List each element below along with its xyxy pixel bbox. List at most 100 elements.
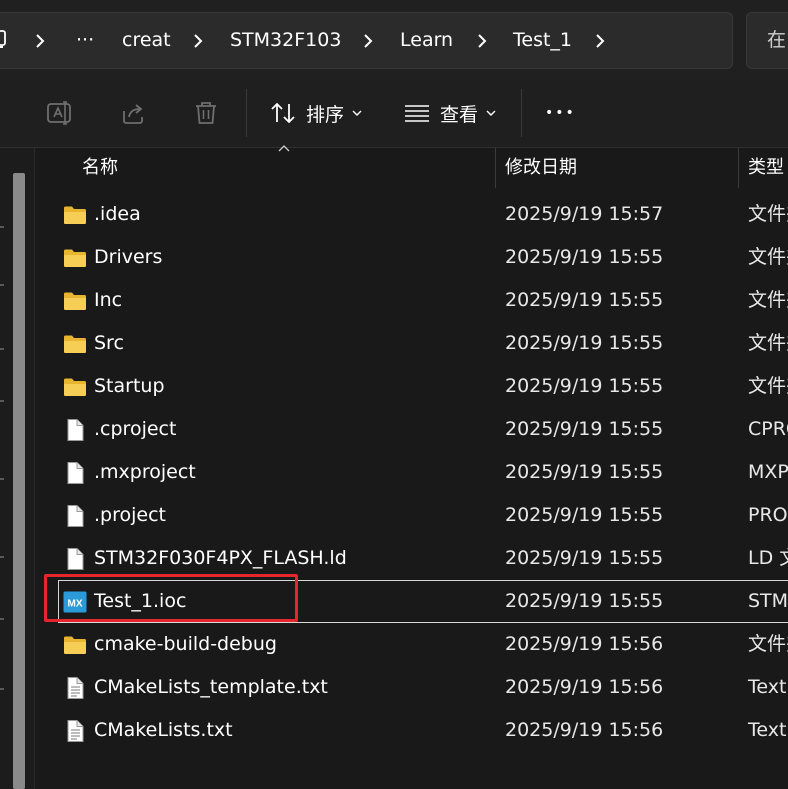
computer-icon[interactable] (0, 30, 8, 50)
view-icon (405, 105, 429, 122)
file-modified-date: 2025/9/19 15:55 (505, 590, 664, 612)
folder-icon (63, 633, 87, 657)
file-icon (63, 418, 87, 442)
file-row[interactable]: cmake-build-debug 2025/9/19 15:56 文件夹 (58, 623, 788, 666)
breadcrumb-item-learn[interactable]: Learn (400, 13, 453, 68)
file-type: STM (748, 590, 788, 612)
folder-icon (63, 375, 87, 399)
rename-button[interactable] (46, 89, 76, 137)
chevron-right-icon[interactable] (32, 13, 48, 68)
file-name-src[interactable]: Src (94, 322, 124, 365)
file-row[interactable]: .project 2025/9/19 15:55 PRO (58, 494, 788, 537)
more-button[interactable]: ••• (545, 89, 576, 137)
file-modified-date: 2025/9/19 15:56 (505, 676, 664, 698)
folder-icon (63, 332, 87, 356)
column-header-row: 名称 修改日期 类型 (36, 148, 788, 188)
column-divider[interactable] (495, 148, 496, 188)
more-icon: ••• (545, 105, 576, 121)
toolbar-divider (521, 89, 522, 137)
column-divider[interactable] (738, 148, 739, 188)
text-file-icon (63, 676, 87, 700)
file-type: 文件夹 (748, 203, 788, 225)
trash-icon (196, 102, 216, 124)
file-type: 文件夹 (748, 375, 788, 397)
text-file-icon (63, 719, 87, 743)
search-input[interactable]: 在 (746, 12, 788, 69)
chevron-down-icon (486, 110, 496, 116)
address-bar: ··· creat STM32F103 Learn Test_1 在 (0, 0, 788, 79)
file-icon (63, 547, 87, 571)
file-modified-date: 2025/9/19 15:55 (505, 246, 664, 268)
file-name-cmakelists-template-txt[interactable]: CMakeLists_template.txt (94, 666, 328, 709)
file-row[interactable]: .mxproject 2025/9/19 15:55 MXP (58, 451, 788, 494)
file-row[interactable]: Src 2025/9/19 15:55 文件夹 (58, 322, 788, 365)
file-row[interactable]: Startup 2025/9/19 15:55 文件夹 (58, 365, 788, 408)
toolbar-divider (246, 89, 247, 137)
file-modified-date: 2025/9/19 15:55 (505, 504, 664, 526)
file-type: Text (748, 676, 787, 698)
chevron-right-icon[interactable] (592, 13, 608, 68)
column-header-modified[interactable]: 修改日期 (505, 148, 577, 188)
chevron-down-icon (352, 110, 362, 116)
file-name-cmakelists-txt[interactable]: CMakeLists.txt (94, 709, 233, 752)
chevron-right-icon[interactable] (360, 13, 376, 68)
rename-icon (47, 101, 71, 125)
breadcrumb-item-creat[interactable]: creat (122, 13, 171, 68)
column-header-type[interactable]: 类型 (748, 148, 784, 188)
file-type: 文件夹 (748, 633, 788, 655)
view-label: 查看 (440, 103, 479, 126)
file-name-mxproject[interactable]: .mxproject (94, 451, 196, 494)
file-modified-date: 2025/9/19 15:55 (505, 418, 664, 440)
file-modified-date: 2025/9/19 15:55 (505, 547, 664, 569)
file-name-cproject[interactable]: .cproject (94, 408, 176, 451)
sort-label: 排序 (306, 103, 345, 126)
file-icon (63, 461, 87, 485)
file-icon (63, 504, 87, 528)
file-type: PRO (748, 504, 788, 526)
command-bar: 排序 查看 ••• (0, 79, 788, 148)
column-header-name[interactable]: 名称 (82, 148, 118, 188)
file-modified-date: 2025/9/19 15:56 (505, 633, 664, 655)
sort-icon (271, 102, 295, 124)
file-type: CPRO (748, 418, 788, 440)
share-icon (123, 104, 143, 124)
file-type: Text (748, 719, 787, 741)
breadcrumb-item-stm32f103[interactable]: STM32F103 (230, 13, 341, 68)
file-row[interactable]: .idea 2025/9/19 15:57 文件夹 (58, 193, 788, 236)
highlight-annotation (44, 574, 298, 622)
file-modified-date: 2025/9/19 15:55 (505, 332, 664, 354)
file-type: 文件夹 (748, 246, 788, 268)
folder-icon (63, 246, 87, 270)
file-row[interactable]: CMakeLists.txt 2025/9/19 15:56 Text (58, 709, 788, 752)
file-type: MXP (748, 461, 788, 483)
file-modified-date: 2025/9/19 15:55 (505, 375, 664, 397)
file-modified-date: 2025/9/19 15:55 (505, 289, 664, 311)
chevron-right-icon[interactable] (474, 13, 490, 68)
sort-button[interactable]: 排序 (270, 89, 362, 137)
file-name-startup[interactable]: Startup (94, 365, 165, 408)
file-row[interactable]: CMakeLists_template.txt 2025/9/19 15:56 Te… (58, 666, 788, 709)
file-row[interactable]: Drivers 2025/9/19 15:55 文件夹 (58, 236, 788, 279)
file-type: LD 文 (748, 547, 788, 569)
file-type: 文件夹 (748, 332, 788, 354)
file-name-idea[interactable]: .idea (94, 193, 141, 236)
file-name-project[interactable]: .project (94, 494, 166, 537)
share-button[interactable] (120, 89, 148, 137)
view-button[interactable]: 查看 (404, 89, 496, 137)
breadcrumb-item-test1[interactable]: Test_1 (513, 13, 572, 68)
search-placeholder: 在 (767, 29, 787, 51)
nav-scrollbar[interactable] (13, 173, 25, 789)
file-type: 文件夹 (748, 289, 788, 311)
file-modified-date: 2025/9/19 15:55 (505, 461, 664, 483)
breadcrumb-overflow[interactable]: ··· (76, 13, 94, 68)
breadcrumb[interactable]: ··· creat STM32F103 Learn Test_1 (0, 12, 733, 69)
file-row[interactable]: Inc 2025/9/19 15:55 文件夹 (58, 279, 788, 322)
folder-icon (63, 289, 87, 313)
chevron-right-icon[interactable] (190, 13, 206, 68)
file-name-drivers[interactable]: Drivers (94, 236, 162, 279)
file-name-cmake-build-debug[interactable]: cmake-build-debug (94, 623, 277, 666)
file-modified-date: 2025/9/19 15:57 (505, 203, 664, 225)
file-name-inc[interactable]: Inc (94, 279, 122, 322)
delete-button[interactable] (192, 89, 220, 137)
file-row[interactable]: .cproject 2025/9/19 15:55 CPRO (58, 408, 788, 451)
